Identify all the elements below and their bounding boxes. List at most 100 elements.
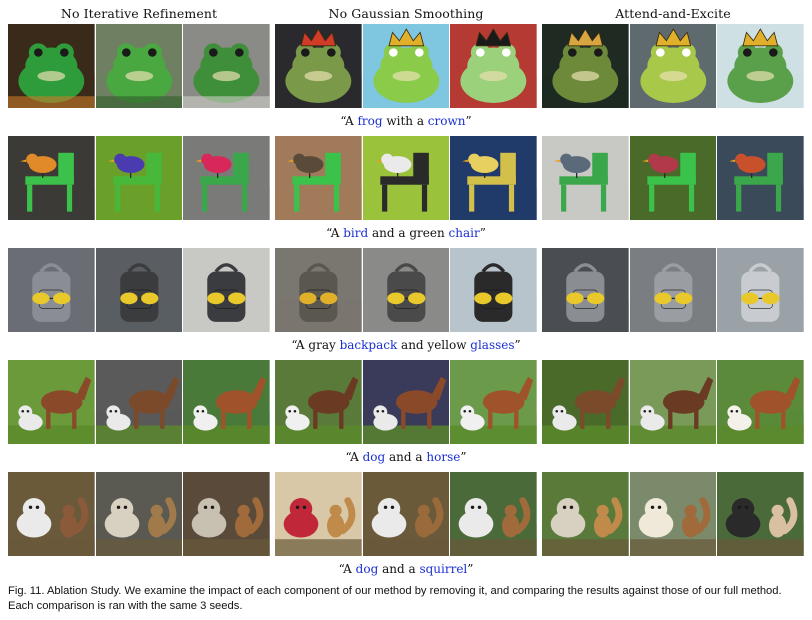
generated-image [362, 360, 450, 444]
dog-squirrel-icon [542, 472, 629, 556]
dog-horse-icon [275, 360, 362, 444]
dog-squirrel-icon [275, 472, 362, 556]
prompt-text: and a green [368, 226, 449, 240]
generated-image [629, 472, 717, 556]
generated-image [95, 24, 183, 108]
group-no-iterative-refinement [8, 136, 270, 220]
backpack-glasses-icon [629, 248, 717, 332]
dog-horse-icon [717, 360, 804, 444]
prompt-text: and a [385, 450, 427, 464]
generated-image [450, 24, 537, 108]
frog-crown-photo-icon [717, 24, 804, 108]
generated-image [95, 136, 183, 220]
dog-squirrel-icon [450, 472, 537, 556]
group-no-iterative-refinement [8, 248, 270, 332]
generated-image [95, 360, 183, 444]
image-row [8, 248, 804, 332]
generated-image [95, 472, 183, 556]
generated-image [275, 136, 362, 220]
dog-squirrel-icon [362, 472, 450, 556]
prompt-text: “A [338, 562, 356, 576]
generated-image [629, 360, 717, 444]
backpack-glasses-icon [95, 248, 183, 332]
group-no-iterative-refinement [8, 472, 270, 556]
prompt-text: “A [345, 450, 363, 464]
generated-image [362, 136, 450, 220]
prompt-text: ” [465, 114, 472, 128]
prompt-token-highlight: backpack [339, 338, 398, 352]
column-header-attend-and-excite: Attend-and-Excite [615, 6, 731, 21]
dog-horse-icon [8, 360, 95, 444]
prompt-token-highlight: dog [355, 562, 379, 576]
group-no-gaussian-smoothing [275, 136, 537, 220]
backpack-glasses-icon [183, 248, 270, 332]
dog-horse-icon [95, 360, 183, 444]
group-no-iterative-refinement [8, 24, 270, 108]
dog-squirrel-icon [95, 472, 183, 556]
dog-horse-icon [450, 360, 537, 444]
column-header-no-gaussian-smoothing: No Gaussian Smoothing [328, 6, 484, 21]
generated-image [275, 472, 362, 556]
bird-chair-icon [542, 136, 629, 220]
backpack-glasses-icon [542, 248, 629, 332]
bird-chair-icon [717, 136, 804, 220]
dog-horse-icon [542, 360, 629, 444]
prompt-token-highlight: crown [427, 114, 466, 128]
dog-horse-icon [362, 360, 450, 444]
backpack-glasses-icon [362, 248, 450, 332]
prompt-text: and a [378, 562, 420, 576]
generated-image [450, 360, 537, 444]
prompt-token-highlight: glasses [470, 338, 515, 352]
frog-photo-icon [183, 24, 270, 108]
image-row [8, 24, 804, 108]
frog-crown-cartoon-icon [629, 24, 717, 108]
bird-chair-icon [629, 136, 717, 220]
prompt-text: with a [382, 114, 428, 128]
generated-image [629, 24, 717, 108]
generated-image [717, 248, 804, 332]
prompt-caption: “A gray backpack and yellow glasses” [0, 338, 812, 352]
image-row [8, 472, 804, 556]
generated-image [8, 248, 95, 332]
prompt-token-highlight: chair [448, 226, 480, 240]
dog-squirrel-icon [717, 472, 804, 556]
dog-squirrel-icon [629, 472, 717, 556]
prompt-token-highlight: dog [362, 450, 386, 464]
image-row [8, 360, 804, 444]
prompt-text: “A [340, 114, 358, 128]
generated-image [8, 24, 95, 108]
prompt-token-highlight: bird [343, 226, 369, 240]
generated-image [275, 24, 362, 108]
dog-squirrel-icon [183, 472, 270, 556]
generated-image [629, 248, 717, 332]
generated-image [8, 136, 95, 220]
generated-image [450, 472, 537, 556]
generated-image [629, 136, 717, 220]
dog-squirrel-icon [8, 472, 95, 556]
frog-crown-photo-icon [542, 24, 629, 108]
generated-image [717, 472, 804, 556]
generated-image [275, 248, 362, 332]
prompt-text: “A gray [291, 338, 340, 352]
column-header-no-iterative-refinement: No Iterative Refinement [60, 6, 218, 21]
generated-image [95, 248, 183, 332]
generated-image [542, 24, 629, 108]
generated-image [362, 248, 450, 332]
generated-image [542, 136, 629, 220]
bird-chair-icon [275, 136, 362, 220]
dog-horse-icon [629, 360, 717, 444]
figure-caption: Fig. 11. Ablation Study. We examine the … [8, 584, 804, 614]
generated-image [8, 472, 95, 556]
backpack-glasses-icon [8, 248, 95, 332]
prompt-token-highlight: horse [426, 450, 461, 464]
prompt-text: ” [467, 562, 474, 576]
backpack-glasses-icon [275, 248, 362, 332]
group-no-iterative-refinement [8, 360, 270, 444]
figure-caption-line-1: Fig. 11. Ablation Study. We examine the … [8, 585, 782, 597]
group-no-gaussian-smoothing [275, 24, 537, 108]
generated-image [183, 136, 270, 220]
group-attend-and-excite [542, 24, 804, 108]
generated-image [8, 360, 95, 444]
frog-crown-cartoon-icon [450, 24, 537, 108]
prompt-caption: “A dog and a horse” [0, 450, 812, 464]
